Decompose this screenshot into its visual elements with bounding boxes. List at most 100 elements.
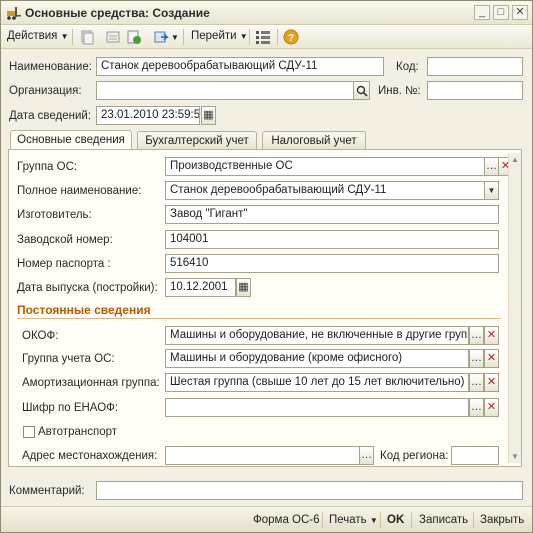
code-input[interactable]: [427, 57, 523, 76]
name-label: Наименование:: [9, 61, 92, 73]
passport-input[interactable]: 516410: [165, 254, 499, 273]
maker-input[interactable]: Завод "Гигант": [165, 205, 499, 224]
okof-clear-button[interactable]: ✕: [484, 326, 499, 345]
auto-label: Автотранспорт: [38, 426, 118, 438]
org-input[interactable]: [96, 81, 354, 100]
addr-label: Адрес местонахождения:: [22, 450, 158, 462]
save-button[interactable]: Записать: [419, 514, 468, 526]
region-label: Код региона:: [380, 450, 449, 462]
form-os6-button[interactable]: Форма ОС-6: [253, 514, 320, 526]
goto-menu[interactable]: Перейти ▼: [191, 30, 248, 42]
fullname-dropdown-button[interactable]: ▼: [484, 181, 499, 200]
amort-select-button[interactable]: …: [469, 373, 484, 392]
addr-input[interactable]: [165, 446, 360, 465]
actions-label: Действия: [7, 30, 58, 42]
forklift-icon: [7, 7, 21, 20]
enaof-select-button[interactable]: …: [469, 398, 484, 417]
group-label: Группа ОС:: [17, 161, 78, 173]
toolbar: Действия ▼ ▼ Перейти ▼ ?: [1, 25, 532, 49]
ellipsis-icon: …: [471, 352, 482, 364]
amort-input[interactable]: Шестая группа (свыше 10 лет до 15 лет вк…: [165, 373, 469, 392]
window: Основные средства: Создание _ □ ✕ Действ…: [0, 0, 533, 533]
region-input[interactable]: [451, 446, 499, 465]
acc-group-clear-button[interactable]: ✕: [484, 349, 499, 368]
section-divider: [17, 318, 501, 319]
enaof-clear-button[interactable]: ✕: [484, 398, 499, 417]
okof-select-button[interactable]: …: [469, 326, 484, 345]
fullname-label: Полное наименование:: [17, 185, 142, 197]
comment-input[interactable]: [96, 481, 523, 500]
amort-clear-button[interactable]: ✕: [484, 373, 499, 392]
amort-label: Амортизационная группа:: [22, 377, 160, 389]
close-icon: ✕: [486, 376, 497, 388]
maximize-button[interactable]: □: [493, 5, 509, 20]
serial-label: Заводской номер:: [17, 234, 113, 246]
footer-separator: [411, 512, 412, 528]
footer-separator: [473, 512, 474, 528]
maker-label: Изготовитель:: [17, 209, 92, 221]
edit-icon[interactable]: [105, 29, 121, 45]
org-search-button[interactable]: [353, 81, 370, 100]
svg-text:?: ?: [288, 33, 294, 44]
okof-label: ОКОФ:: [22, 330, 59, 342]
release-input[interactable]: 10.12.2001: [165, 278, 236, 297]
chevron-down-icon: ▼: [487, 186, 496, 195]
acc-group-input[interactable]: Машины и оборудование (кроме офисного): [165, 349, 469, 368]
tab-main[interactable]: Основные сведения: [10, 130, 132, 151]
chevron-down-icon: ▼: [60, 32, 69, 41]
org-label: Организация:: [9, 85, 82, 97]
calendar-button[interactable]: ▦: [201, 106, 216, 125]
toolbar-separator: [72, 29, 73, 45]
help-icon[interactable]: ?: [283, 29, 299, 45]
inv-label: Инв. №:: [378, 85, 421, 97]
acc-group-label: Группа учета ОС:: [22, 353, 115, 365]
enaof-input[interactable]: [165, 398, 469, 417]
date-label: Дата сведений:: [9, 110, 92, 122]
based-on-icon[interactable]: [153, 29, 169, 45]
close-button[interactable]: Закрыть: [480, 514, 524, 526]
close-icon: ✕: [486, 352, 497, 364]
calendar-icon: ▦: [238, 281, 249, 293]
title-bar: Основные средства: Создание _ □ ✕: [1, 1, 532, 25]
code-label: Код:: [396, 61, 419, 73]
tab-accounting[interactable]: Бухгалтерский учет: [137, 131, 257, 151]
ellipsis-icon: …: [361, 449, 372, 461]
okof-input[interactable]: Машины и оборудование, не включенные в д…: [165, 326, 469, 345]
tab-tax[interactable]: Налоговый учет: [262, 131, 366, 151]
print-menu[interactable]: Печать ▼: [329, 514, 378, 526]
group-select-button[interactable]: …: [484, 157, 499, 176]
footer-separator: [322, 512, 323, 528]
group-input[interactable]: Производственные ОС: [165, 157, 485, 176]
minimize-button[interactable]: _: [474, 5, 490, 20]
serial-input[interactable]: 104001: [165, 230, 499, 249]
ellipsis-icon: …: [486, 160, 497, 172]
toolbar-separator: [277, 29, 278, 45]
calendar-icon: ▦: [203, 109, 214, 121]
chevron-down-icon[interactable]: ▼: [171, 33, 179, 42]
auto-checkbox[interactable]: [23, 426, 35, 438]
date-input[interactable]: 23.01.2010 23:59:59: [96, 106, 200, 125]
toolbar-separator: [249, 29, 250, 45]
scroll-down-icon[interactable]: ▼: [511, 452, 519, 461]
close-icon: ✕: [486, 401, 497, 413]
ok-button[interactable]: OK: [387, 514, 404, 526]
scroll-up-icon[interactable]: ▲: [511, 155, 519, 164]
name-input[interactable]: Станок деревообрабатывающий СДУ-11: [96, 57, 384, 76]
print-label: Печать: [329, 514, 367, 526]
inv-input[interactable]: [427, 81, 523, 100]
chevron-down-icon: ▼: [369, 516, 378, 525]
copy-icon[interactable]: [79, 29, 95, 45]
release-calendar-button[interactable]: ▦: [236, 278, 251, 297]
panel-scrollbar[interactable]: ▲ ▼: [508, 153, 521, 463]
close-window-button[interactable]: ✕: [512, 5, 528, 20]
actions-menu[interactable]: Действия ▼: [7, 30, 69, 42]
refresh-icon[interactable]: [126, 29, 142, 45]
ellipsis-icon: …: [471, 329, 482, 341]
fullname-input[interactable]: Станок деревообрабатывающий СДУ-11: [165, 181, 486, 200]
ellipsis-icon: …: [471, 376, 482, 388]
addr-select-button[interactable]: …: [359, 446, 374, 465]
structure-icon[interactable]: [255, 29, 271, 45]
comment-label: Комментарий:: [9, 485, 85, 497]
acc-group-select-button[interactable]: …: [469, 349, 484, 368]
enaof-label: Шифр по ЕНАОФ:: [22, 402, 119, 414]
